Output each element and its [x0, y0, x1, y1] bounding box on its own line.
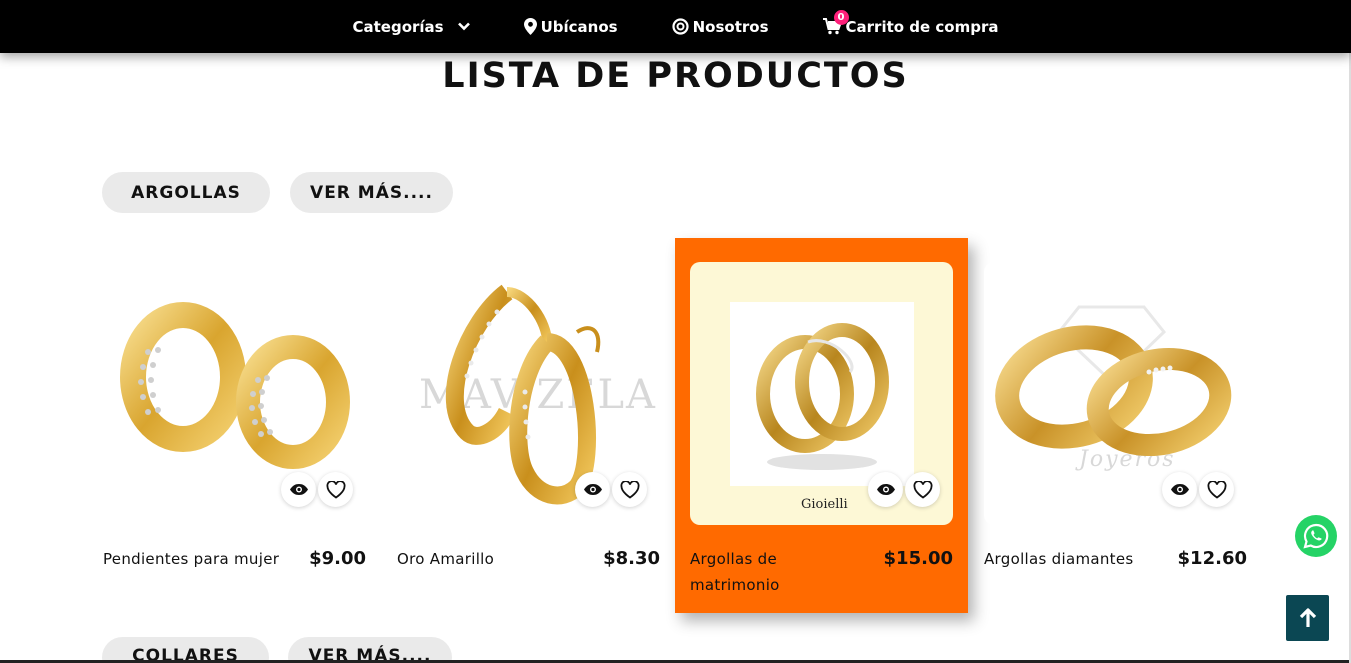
product-name: Pendientes para mujer [103, 550, 280, 568]
heart-icon [326, 480, 345, 499]
see-more-button[interactable]: VER MÁS.... [290, 172, 453, 213]
whatsapp-button[interactable] [1295, 515, 1337, 557]
product-card[interactable]: MAV ZELA Oro Amarillo $8.30 [397, 262, 660, 572]
back-to-top-button[interactable] [1286, 595, 1329, 641]
product-photo [730, 302, 914, 486]
target-icon [672, 18, 689, 35]
wedding-rings-image [756, 323, 889, 470]
product-name: Argollas de matrimonio [690, 550, 780, 594]
product-card-featured[interactable]: Gioielli Argollas de matrimonio $15.00 [690, 262, 953, 598]
product-info: Pendientes para mujer $9.00 [103, 546, 366, 572]
product-card[interactable]: Joyeros Argollas diamantes $12.60 [984, 262, 1247, 572]
nav-about[interactable]: Nosotros [672, 18, 769, 36]
quick-view-button[interactable] [281, 472, 316, 507]
product-price: $8.30 [603, 548, 660, 569]
page-title: LISTA DE PRODUCTOS [442, 56, 909, 96]
product-price: $12.60 [1177, 548, 1247, 569]
quick-view-button[interactable] [1162, 472, 1197, 507]
heart-icon [913, 480, 932, 499]
product-image[interactable]: Gioielli [690, 262, 953, 525]
nav-cart-label: Carrito de compra [845, 17, 999, 36]
eye-icon [876, 484, 895, 495]
eye-icon [289, 484, 308, 495]
nav-about-label: Nosotros [692, 17, 769, 36]
favorite-button[interactable] [905, 472, 940, 507]
heart-icon [620, 480, 639, 499]
product-card[interactable]: Pendientes para mujer $9.00 [103, 262, 366, 572]
top-navbar: Categorías Ubícanos Nosotros 0 Carrito d… [0, 0, 1351, 53]
product-info: Argollas de matrimonio $15.00 [690, 546, 953, 598]
product-price: $15.00 [883, 548, 953, 569]
product-image[interactable]: MAV ZELA [397, 262, 660, 525]
product-image[interactable]: Joyeros [984, 262, 1247, 525]
category-pill-argollas[interactable]: ARGOLLAS [102, 172, 270, 213]
product-info: Argollas diamantes $12.60 [984, 546, 1247, 572]
map-marker-icon [523, 18, 537, 35]
quick-view-button[interactable] [575, 472, 610, 507]
arrow-up-icon [1299, 608, 1316, 627]
product-name: Oro Amarillo [397, 550, 495, 568]
product-price: $9.00 [309, 548, 366, 569]
eye-icon [583, 484, 602, 495]
product-image[interactable] [103, 262, 366, 525]
chevron-down-icon [457, 22, 470, 31]
favorite-button[interactable] [1199, 472, 1234, 507]
eye-icon [1170, 484, 1189, 495]
nav-categories-label: Categorías [352, 17, 444, 36]
nav-categories[interactable]: Categorías [353, 18, 470, 36]
heart-icon [1207, 480, 1226, 499]
cart-count-badge: 0 [833, 9, 849, 25]
product-name: Argollas diamantes [984, 550, 1134, 568]
brand-logo: Gioielli [801, 497, 848, 512]
nav-cart[interactable]: 0 Carrito de compra [822, 9, 999, 36]
whatsapp-icon [1303, 523, 1329, 549]
favorite-button[interactable] [612, 472, 647, 507]
quick-view-button[interactable] [868, 472, 903, 507]
product-info: Oro Amarillo $8.30 [397, 546, 660, 572]
nav-location[interactable]: Ubícanos [523, 17, 618, 36]
favorite-button[interactable] [318, 472, 353, 507]
nav-location-label: Ubícanos [540, 17, 618, 36]
